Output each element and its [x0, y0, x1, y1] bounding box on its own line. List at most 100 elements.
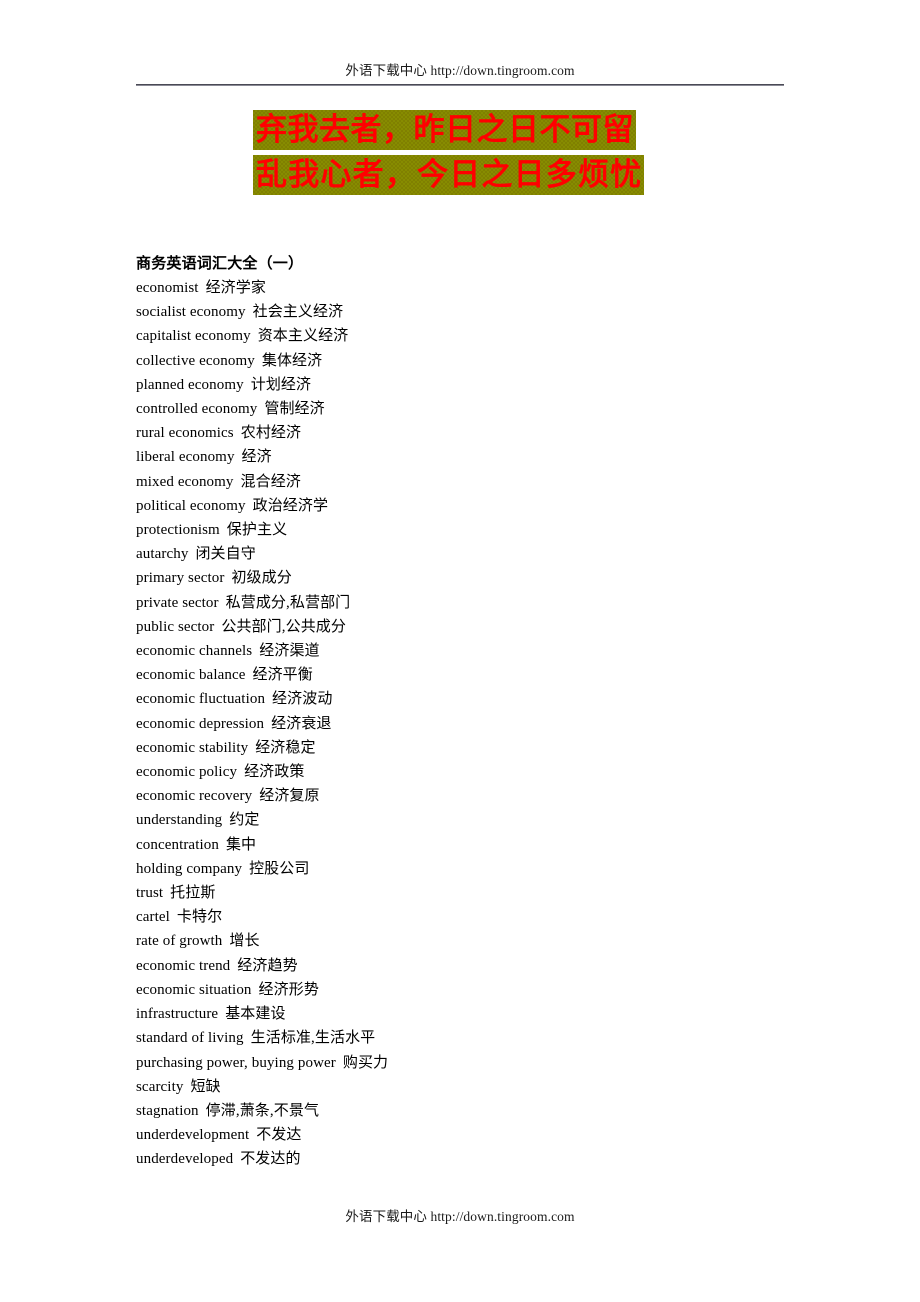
vocabulary-entry: purchasing power, buying power 购买力	[136, 1051, 836, 1075]
vocabulary-entry: economic fluctuation 经济波动	[136, 687, 836, 711]
entry-term: political economy	[136, 497, 246, 514]
entry-gloss: 托拉斯	[170, 885, 216, 902]
entry-gloss: 经济形势	[258, 981, 319, 998]
document-footer: 外语下载中心 http://down.tingroom.com	[136, 1208, 784, 1226]
entry-term: controlled economy	[136, 401, 258, 418]
entry-term: rate of growth	[136, 933, 223, 950]
entry-gloss: 社会主义经济	[252, 304, 344, 321]
entry-term: underdevelopment	[136, 1127, 250, 1144]
vocabulary-entry: collective economy 集体经济	[136, 349, 836, 373]
entry-gloss: 不发达	[256, 1127, 302, 1144]
entry-term: capitalist economy	[136, 328, 251, 345]
vocabulary-entry-list: economist 经济学家 socialist economy 社会主义经济 capi…	[136, 276, 836, 1172]
vocabulary-entry: autarchy 闭关自守	[136, 542, 836, 566]
entry-term: rural economics	[136, 425, 234, 442]
vocabulary-entry: economic trend 经济趋势	[136, 954, 836, 978]
entry-term: economic depression	[136, 715, 265, 732]
entry-gloss: 农村经济	[240, 425, 302, 442]
entry-term: infrastructure	[136, 1006, 219, 1023]
entry-gloss: 经济平衡	[252, 667, 313, 684]
entry-gloss: 保护主义	[226, 522, 288, 539]
entry-term: economic fluctuation	[136, 691, 266, 708]
vocabulary-entry: public sector 公共部门,公共成分	[136, 615, 836, 639]
entry-term: collective economy	[136, 352, 255, 369]
entry-term: trust	[136, 885, 164, 902]
vocabulary-entry: underdevelopment 不发达	[136, 1123, 836, 1147]
entry-gloss: 经济稳定	[255, 739, 316, 756]
entry-gloss: 增长	[229, 933, 260, 950]
vocabulary-entry: stagnation 停滞,萧条,不景气	[136, 1099, 836, 1123]
entry-term: planned economy	[136, 376, 244, 393]
header-divider-rule	[136, 84, 784, 86]
vocabulary-entry: understanding 约定	[136, 808, 836, 832]
entry-gloss: 政治经济学	[252, 497, 329, 514]
entry-term: economic balance	[136, 667, 246, 684]
entry-term: economist	[136, 280, 199, 296]
entry-term: protectionism	[136, 522, 220, 539]
entry-gloss: 经济政策	[244, 764, 305, 781]
entry-gloss: 不发达的	[240, 1151, 301, 1168]
vocabulary-entry: controlled economy 管制经济	[136, 397, 836, 421]
entry-term: stagnation	[136, 1102, 199, 1119]
vocabulary-entry: planned economy 计划经济	[136, 373, 836, 397]
banner-poem-line-2: 乱我心者，今日之日多烦忧	[253, 155, 644, 195]
vocabulary-entry: economic balance 经济平衡	[136, 663, 836, 687]
entry-gloss: 混合经济	[240, 473, 301, 490]
entry-gloss: 经济波动	[272, 691, 333, 708]
entry-term: purchasing power, buying power	[136, 1054, 336, 1071]
entry-gloss: 经济渠道	[259, 643, 320, 660]
vocabulary-entry: economic channels 经济渠道	[136, 639, 836, 663]
document-body: 商务英语词汇大全（一） economist 经济学家 socialist econo…	[136, 252, 836, 1172]
vocabulary-entry: rate of growth 增长	[136, 929, 836, 953]
entry-gloss: 集体经济	[261, 352, 323, 369]
entry-term: mixed economy	[136, 473, 234, 490]
entry-gloss: 基本建设	[225, 1006, 286, 1023]
entry-gloss: 公共部门,公共成分	[221, 618, 347, 635]
vocabulary-entry: economic situation 经济形势	[136, 978, 836, 1002]
entry-term: standard of living	[136, 1030, 244, 1047]
entry-gloss: 约定	[229, 812, 260, 829]
entry-gloss: 计划经济	[250, 376, 312, 393]
vocabulary-entry: underdeveloped 不发达的	[136, 1147, 836, 1171]
vocabulary-entry: scarcity 短缺	[136, 1075, 836, 1099]
vocabulary-entry: concentration 集中	[136, 833, 836, 857]
entry-gloss: 停滞,萧条,不景气	[205, 1102, 320, 1119]
banner-poem-line-1: 弃我去者，昨日之日不可留	[253, 110, 636, 150]
entry-gloss: 经济趋势	[237, 957, 298, 974]
vocabulary-entry: economic depression 经济衰退	[136, 712, 836, 736]
entry-gloss: 管制经济	[264, 401, 325, 418]
document-page: 外语下载中心 http://down.tingroom.com 弃我去者，昨日之…	[0, 0, 920, 1302]
vocabulary-entry: liberal economy 经济	[136, 445, 836, 469]
vocabulary-entry: rural economics 农村经济	[136, 421, 836, 445]
vocabulary-entry: economist 经济学家	[136, 276, 836, 300]
entry-term: private sector	[136, 594, 219, 611]
vocabulary-entry: primary sector 初级成分	[136, 566, 836, 590]
entry-gloss: 经济	[241, 449, 272, 466]
entry-term: primary sector	[136, 570, 225, 587]
entry-gloss: 集中	[225, 836, 257, 853]
entry-term: public sector	[136, 618, 215, 635]
decorative-poem-banner: 弃我去者，昨日之日不可留 乱我心者，今日之日多烦忧	[253, 110, 644, 195]
vocabulary-entry: private sector 私营成分,私营部门	[136, 591, 836, 615]
vocabulary-entry: political economy 政治经济学	[136, 494, 836, 518]
entry-gloss: 初级成分	[231, 570, 292, 587]
entry-gloss: 生活标准,生活水平	[250, 1030, 376, 1047]
entry-term: economic trend	[136, 957, 231, 974]
entry-term: economic recovery	[136, 788, 253, 805]
entry-gloss: 购买力	[342, 1054, 389, 1071]
entry-gloss: 经济衰退	[271, 715, 332, 732]
vocabulary-entry: economic recovery 经济复原	[136, 784, 836, 808]
footer-site-credit: 外语下载中心 http://down.tingroom.com	[345, 1209, 575, 1224]
entry-gloss: 经济复原	[259, 788, 320, 805]
entry-term: liberal economy	[136, 449, 235, 466]
entry-term: autarchy	[136, 546, 189, 563]
vocabulary-entry: infrastructure 基本建设	[136, 1002, 836, 1026]
vocabulary-entry: mixed economy 混合经济	[136, 470, 836, 494]
entry-term: concentration	[136, 836, 219, 853]
header-site-credit: 外语下载中心 http://down.tingroom.com	[345, 63, 575, 78]
vocabulary-entry: trust 托拉斯	[136, 881, 836, 905]
entry-gloss: 资本主义经济	[257, 328, 349, 345]
entry-gloss: 闭关自守	[195, 546, 256, 563]
entry-term: economic situation	[136, 981, 252, 998]
entry-term: socialist economy	[136, 304, 246, 321]
